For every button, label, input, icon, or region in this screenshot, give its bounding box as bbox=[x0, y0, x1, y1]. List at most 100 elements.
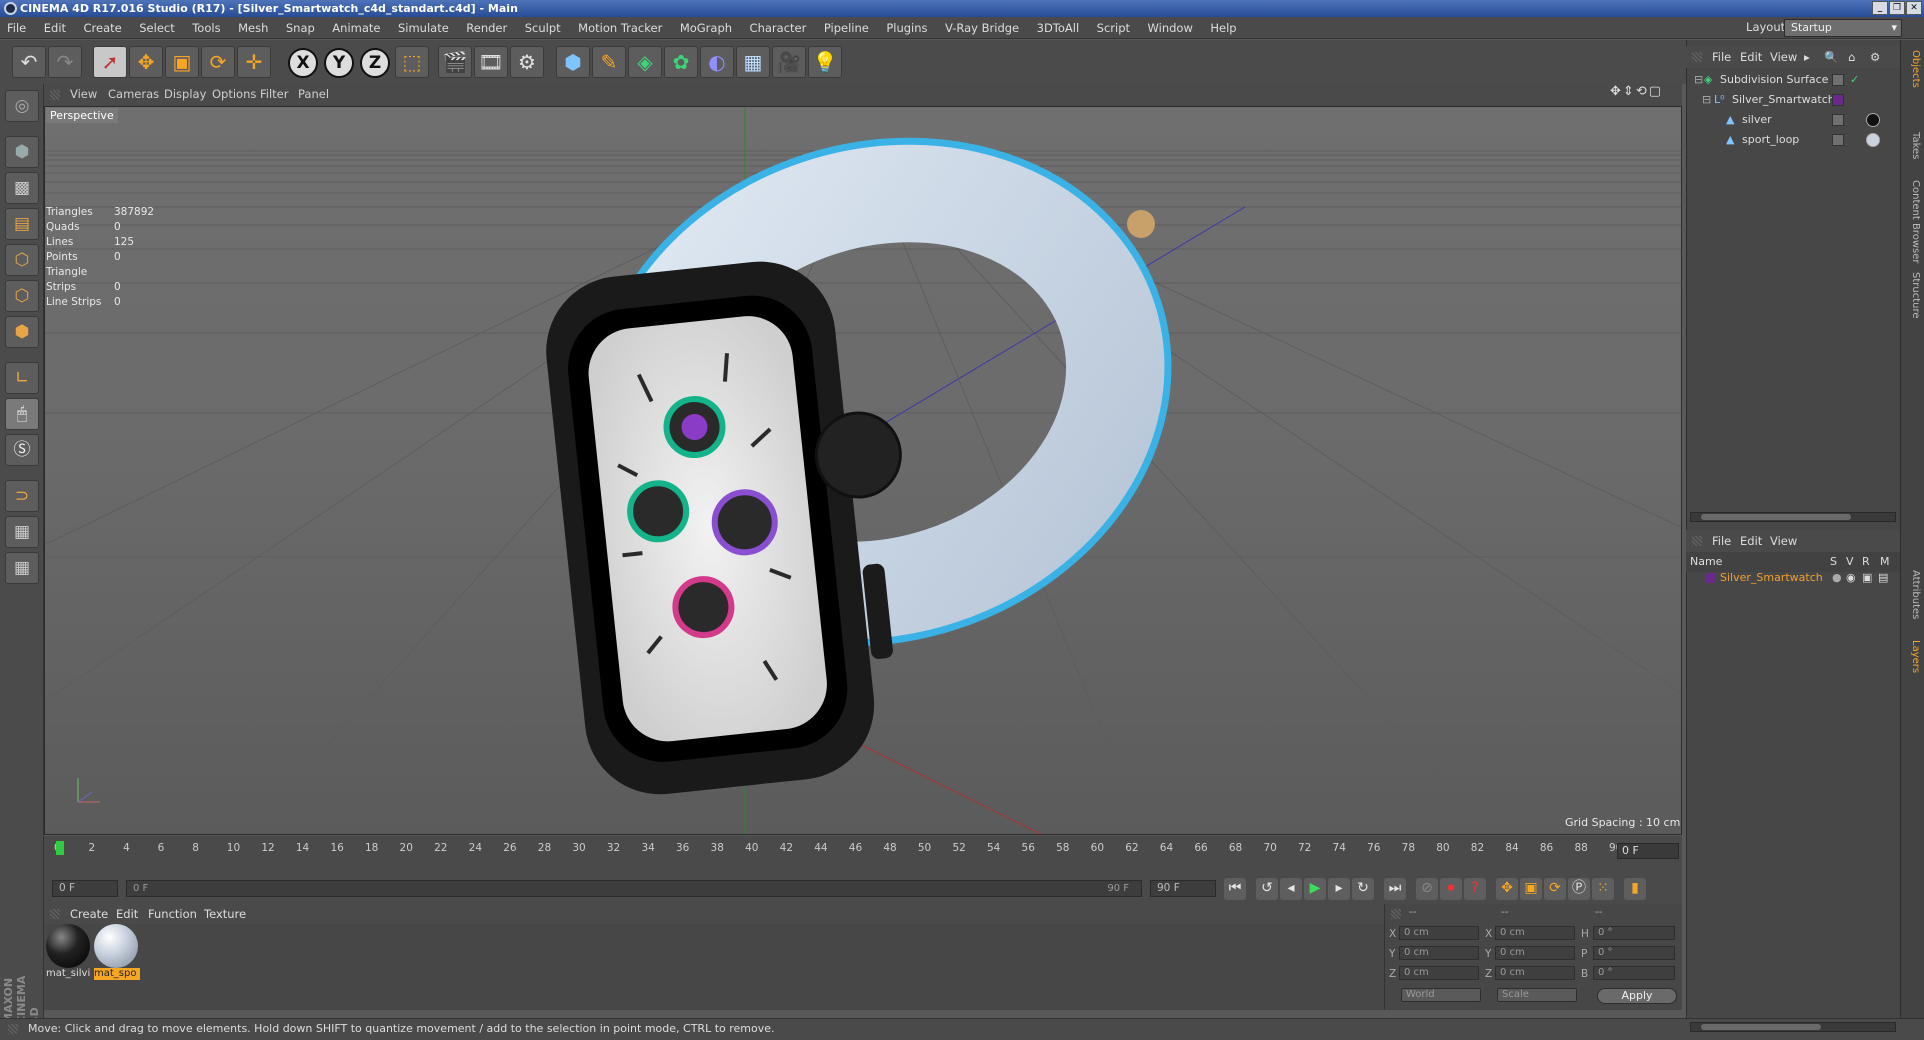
material-menu-create[interactable]: Create bbox=[70, 907, 108, 921]
viewport-menu-display[interactable]: Display bbox=[164, 87, 206, 101]
material-label[interactable]: mat_silvi bbox=[46, 968, 92, 980]
home-icon[interactable]: ⌂ bbox=[1848, 50, 1855, 64]
search-icon[interactable]: 🔍 bbox=[1824, 50, 1838, 64]
next-key-button[interactable]: ↻ bbox=[1352, 878, 1374, 900]
menu-help[interactable]: Help bbox=[1203, 17, 1243, 39]
menu-mesh[interactable]: Mesh bbox=[231, 17, 275, 39]
object-menu-more-icon[interactable]: ▸ bbox=[1804, 50, 1810, 64]
coordinate-space-select[interactable]: World bbox=[1401, 988, 1481, 1002]
playhead[interactable] bbox=[56, 841, 64, 855]
layer-color-square[interactable] bbox=[1832, 134, 1844, 146]
layer-color-square[interactable] bbox=[1832, 94, 1844, 106]
layer-hscrollbar[interactable] bbox=[1690, 1022, 1896, 1032]
object-row[interactable]: ▲ silver bbox=[1686, 110, 1900, 130]
subdivision-button[interactable]: ◈ bbox=[628, 46, 662, 78]
orbit-icon[interactable]: ⟲ bbox=[1636, 84, 1649, 99]
current-frame-field[interactable]: 0 F bbox=[1617, 843, 1679, 859]
play-button[interactable]: ▶ bbox=[1304, 878, 1326, 900]
layer-row[interactable]: Silver_Smartwatch ● ◉ ▣ ▤ bbox=[1686, 568, 1900, 588]
previous-key-button[interactable]: ↺ bbox=[1256, 878, 1278, 900]
position-y-field[interactable]: 0 cm bbox=[1399, 946, 1479, 960]
layer-menu-file[interactable]: File bbox=[1712, 534, 1731, 548]
object-row[interactable]: ▲ sport_loop bbox=[1686, 130, 1900, 150]
object-menu-file[interactable]: File bbox=[1712, 50, 1731, 64]
viewport-menu-filter[interactable]: Filter bbox=[260, 87, 288, 101]
recent-tool-button[interactable]: ✛ bbox=[237, 46, 271, 78]
autokey-button[interactable]: ⏺ bbox=[1440, 878, 1462, 900]
timeline-ruler[interactable]: 0246810121416182022242628303234363840424… bbox=[44, 836, 1682, 874]
points-mode-button[interactable]: ⬡ bbox=[5, 244, 39, 276]
key-rotation-button[interactable]: ⟳ bbox=[1544, 878, 1566, 900]
workplane-mode-button[interactable]: ▤ bbox=[5, 208, 39, 240]
viewport-menu-panel[interactable]: Panel bbox=[298, 87, 329, 101]
key-scale-button[interactable]: ▣ bbox=[1520, 878, 1542, 900]
menu-tools[interactable]: Tools bbox=[185, 17, 227, 39]
rotate-tool-button[interactable]: ⟳ bbox=[201, 46, 235, 78]
material-tag-icon[interactable] bbox=[1866, 113, 1880, 127]
rotation-p-field[interactable]: 0 ° bbox=[1593, 946, 1675, 960]
object-hscrollbar[interactable] bbox=[1690, 512, 1896, 522]
layout-select[interactable]: Startup ▾ bbox=[1784, 19, 1902, 37]
cloner-button[interactable]: ✿ bbox=[664, 46, 698, 78]
material-tag-icon[interactable] bbox=[1866, 133, 1880, 147]
minimize-button[interactable]: _ bbox=[1872, 1, 1888, 15]
layer-color-square[interactable] bbox=[1832, 114, 1844, 126]
menu-render[interactable]: Render bbox=[459, 17, 514, 39]
check-icon[interactable]: ✓ bbox=[1850, 70, 1859, 90]
menu-plugins[interactable]: Plugins bbox=[879, 17, 934, 39]
axis-mode-button[interactable]: ∟ bbox=[5, 362, 39, 394]
camera-button[interactable]: 🎥 bbox=[772, 46, 806, 78]
live-selection-button[interactable]: ➚ bbox=[93, 46, 127, 78]
snap-button[interactable]: Ⓢ bbox=[5, 434, 39, 466]
render-settings-button[interactable]: ⚙ bbox=[510, 46, 544, 78]
transform-mode-select[interactable]: Scale bbox=[1497, 988, 1577, 1002]
viewport-menu-view[interactable]: View bbox=[70, 87, 97, 101]
end-frame-field[interactable]: 90 F bbox=[1150, 880, 1216, 897]
magnet-button[interactable]: ⊃ bbox=[5, 480, 39, 512]
menu-select[interactable]: Select bbox=[132, 17, 181, 39]
light-button[interactable]: 💡 bbox=[808, 46, 842, 78]
planar-workplane-button[interactable]: ▦ bbox=[5, 552, 39, 584]
3d-viewport[interactable] bbox=[44, 106, 1682, 835]
material-swatch[interactable] bbox=[94, 924, 138, 968]
render-picture-viewer-button[interactable]: 🎞 bbox=[474, 46, 508, 78]
material-menu-edit[interactable]: Edit bbox=[116, 907, 138, 921]
tab-attributes[interactable]: Attributes bbox=[1905, 570, 1921, 619]
material-label[interactable]: mat_spo bbox=[94, 968, 140, 980]
frame-range-slider[interactable]: 0 F 90 F bbox=[126, 880, 1142, 897]
collapse-icon[interactable]: ⊟ bbox=[1702, 90, 1711, 110]
record-keyframe-button[interactable]: ⊘ bbox=[1416, 878, 1438, 900]
rotation-h-field[interactable]: 0 ° bbox=[1593, 926, 1675, 940]
object-menu-view[interactable]: View bbox=[1770, 50, 1797, 64]
viewport-menu-cameras[interactable]: Cameras bbox=[108, 87, 159, 101]
object-row[interactable]: ⊟ L⁰ Silver_Smartwatch bbox=[1686, 90, 1900, 110]
menu-animate[interactable]: Animate bbox=[325, 17, 387, 39]
menu-3dtoall[interactable]: 3DToAll bbox=[1030, 17, 1087, 39]
layer-menu-view[interactable]: View bbox=[1770, 534, 1797, 548]
scale-tool-button[interactable]: ▣ bbox=[165, 46, 199, 78]
menu-simulate[interactable]: Simulate bbox=[391, 17, 456, 39]
timeline-window-button[interactable]: ▮ bbox=[1624, 878, 1646, 900]
keyframe-selection-button[interactable]: ? bbox=[1464, 878, 1486, 900]
menu-edit[interactable]: Edit bbox=[37, 17, 73, 39]
menu-vray-bridge[interactable]: V-Ray Bridge bbox=[938, 17, 1026, 39]
position-x-field[interactable]: 0 cm bbox=[1399, 926, 1479, 940]
material-swatch[interactable] bbox=[46, 924, 90, 968]
menu-sculpt[interactable]: Sculpt bbox=[518, 17, 568, 39]
menu-mograph[interactable]: MoGraph bbox=[673, 17, 739, 39]
undo-button[interactable]: ↶ bbox=[12, 46, 46, 78]
coordinate-system-button[interactable]: ⬚ bbox=[395, 46, 429, 78]
size-x-field[interactable]: 0 cm bbox=[1495, 926, 1575, 940]
layer-menu-edit[interactable]: Edit bbox=[1740, 534, 1762, 548]
solo-icon[interactable]: ● bbox=[1832, 568, 1842, 588]
edges-mode-button[interactable]: ⬡ bbox=[5, 280, 39, 312]
menu-window[interactable]: Window bbox=[1141, 17, 1200, 39]
menu-script[interactable]: Script bbox=[1090, 17, 1137, 39]
layer-color-square[interactable] bbox=[1832, 74, 1844, 86]
size-z-field[interactable]: 0 cm bbox=[1495, 966, 1575, 980]
position-z-field[interactable]: 0 cm bbox=[1399, 966, 1479, 980]
lock-workplane-button[interactable]: ▦ bbox=[5, 516, 39, 548]
floor-button[interactable]: ▦ bbox=[736, 46, 770, 78]
go-to-start-button[interactable]: ⏮ bbox=[1224, 878, 1246, 900]
close-button[interactable]: ✕ bbox=[1906, 1, 1922, 15]
